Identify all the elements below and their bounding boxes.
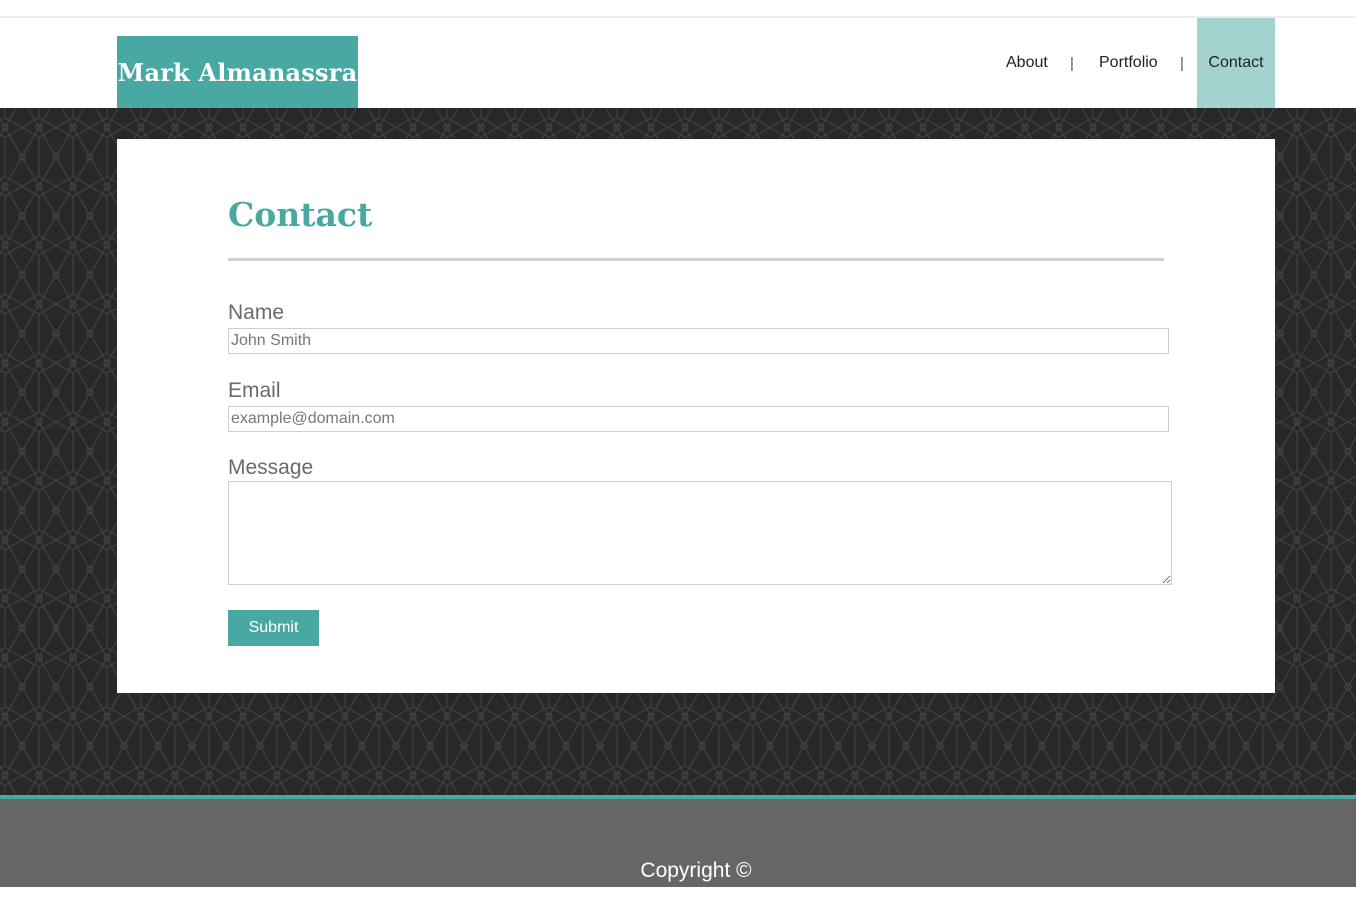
name-input[interactable] — [228, 328, 1169, 354]
message-label: Message — [228, 456, 314, 479]
email-label: Email — [228, 379, 281, 402]
patterned-background: Contact Name Email Message Submit — [0, 108, 1356, 795]
name-label: Name — [228, 301, 285, 324]
page-title: Contact — [228, 195, 373, 234]
site-header: Mark Almanassra About | Portfolio | Cont… — [0, 18, 1356, 108]
copyright-text: Copyright © — [640, 859, 752, 882]
nav-separator: | — [1180, 54, 1184, 72]
site-footer: Copyright © — [0, 799, 1356, 887]
email-input[interactable] — [228, 406, 1169, 432]
nav-contact-link[interactable]: Contact — [1197, 18, 1275, 108]
contact-card: Contact Name Email Message Submit — [117, 139, 1275, 693]
title-divider — [228, 258, 1164, 261]
site-logo[interactable]: Mark Almanassra — [117, 36, 358, 108]
message-textarea[interactable] — [228, 481, 1172, 585]
nav-about-link[interactable]: About — [1006, 18, 1048, 108]
submit-button[interactable]: Submit — [228, 610, 319, 646]
nav-portfolio-link[interactable]: Portfolio — [1099, 18, 1158, 108]
nav-separator: | — [1070, 54, 1074, 72]
